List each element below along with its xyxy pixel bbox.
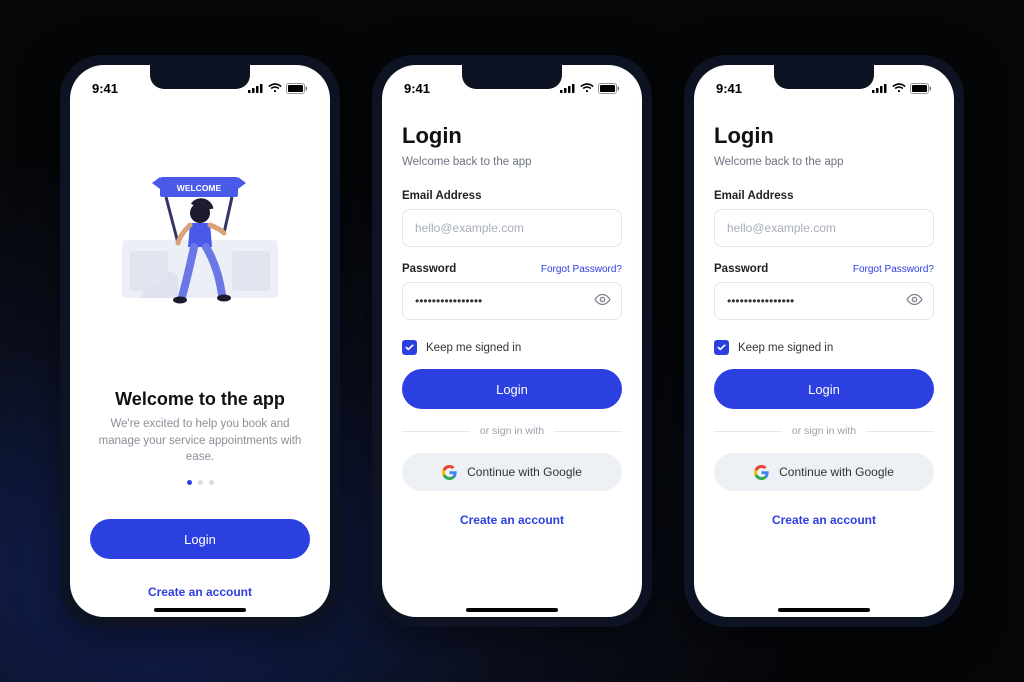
page-dots (90, 480, 310, 485)
create-account-link[interactable]: Create an account (90, 585, 310, 599)
login-subtitle: Welcome back to the app (402, 156, 622, 168)
phone-login-a: 9:41 Login Welcome back to the app Email… (372, 55, 652, 627)
keep-signed-label: Keep me signed in (738, 342, 833, 354)
battery-icon (598, 83, 620, 94)
google-signin-button[interactable]: Continue with Google (402, 453, 622, 491)
keep-signed-label: Keep me signed in (426, 342, 521, 354)
password-field[interactable] (415, 294, 609, 308)
forgot-password-link[interactable]: Forgot Password? (853, 264, 934, 275)
page-dot[interactable] (198, 480, 203, 485)
welcome-illustration: WELCOME (110, 155, 290, 335)
login-title: Login (402, 123, 622, 149)
create-account-link[interactable]: Create an account (714, 513, 934, 527)
battery-icon (286, 83, 308, 94)
status-time: 9:41 (716, 81, 742, 96)
eye-icon[interactable] (906, 291, 923, 311)
or-divider: or sign in with (714, 425, 934, 437)
battery-icon (910, 83, 932, 94)
password-label: Password (714, 263, 768, 275)
cellular-icon (872, 83, 888, 93)
wifi-icon (580, 83, 594, 93)
cellular-icon (248, 83, 264, 93)
password-field[interactable] (727, 294, 921, 308)
cellular-icon (560, 83, 576, 93)
phone-login-b: 9:41 Login Welcome back to the app Email… (684, 55, 964, 627)
home-indicator (466, 608, 558, 612)
google-button-label: Continue with Google (779, 465, 894, 479)
create-account-link[interactable]: Create an account (402, 513, 622, 527)
status-time: 9:41 (92, 81, 118, 96)
page-dot[interactable] (187, 480, 192, 485)
checkbox-icon[interactable] (714, 340, 729, 355)
device-notch (462, 65, 562, 89)
device-notch (774, 65, 874, 89)
home-indicator (778, 608, 870, 612)
email-input-wrap (714, 209, 934, 247)
login-submit-button[interactable]: Login (402, 369, 622, 409)
home-indicator (154, 608, 246, 612)
login-button[interactable]: Login (90, 519, 310, 559)
status-indicators (248, 83, 308, 94)
keep-signed-row[interactable]: Keep me signed in (402, 340, 622, 355)
email-input-wrap (402, 209, 622, 247)
google-icon (754, 465, 769, 480)
email-field[interactable] (727, 221, 921, 235)
wifi-icon (268, 83, 282, 93)
email-field[interactable] (415, 221, 609, 235)
checkbox-icon[interactable] (402, 340, 417, 355)
login-subtitle: Welcome back to the app (714, 156, 934, 168)
device-notch (150, 65, 250, 89)
wifi-icon (892, 83, 906, 93)
email-label: Email Address (714, 190, 934, 202)
status-time: 9:41 (404, 81, 430, 96)
login-title: Login (714, 123, 934, 149)
password-input-wrap (402, 282, 622, 320)
phone-welcome: 9:41 WELCOME (60, 55, 340, 627)
welcome-subtitle: We're excited to help you book and manag… (90, 416, 310, 466)
page-dot[interactable] (209, 480, 214, 485)
keep-signed-row[interactable]: Keep me signed in (714, 340, 934, 355)
google-button-label: Continue with Google (467, 465, 582, 479)
google-signin-button[interactable]: Continue with Google (714, 453, 934, 491)
forgot-password-link[interactable]: Forgot Password? (541, 264, 622, 275)
email-label: Email Address (402, 190, 622, 202)
google-icon (442, 465, 457, 480)
eye-icon[interactable] (594, 291, 611, 311)
status-indicators (872, 83, 932, 94)
welcome-title: Welcome to the app (90, 389, 310, 410)
login-submit-button[interactable]: Login (714, 369, 934, 409)
password-input-wrap (714, 282, 934, 320)
password-label: Password (402, 263, 456, 275)
or-divider: or sign in with (402, 425, 622, 437)
svg-text:WELCOME: WELCOME (177, 183, 222, 193)
status-indicators (560, 83, 620, 94)
